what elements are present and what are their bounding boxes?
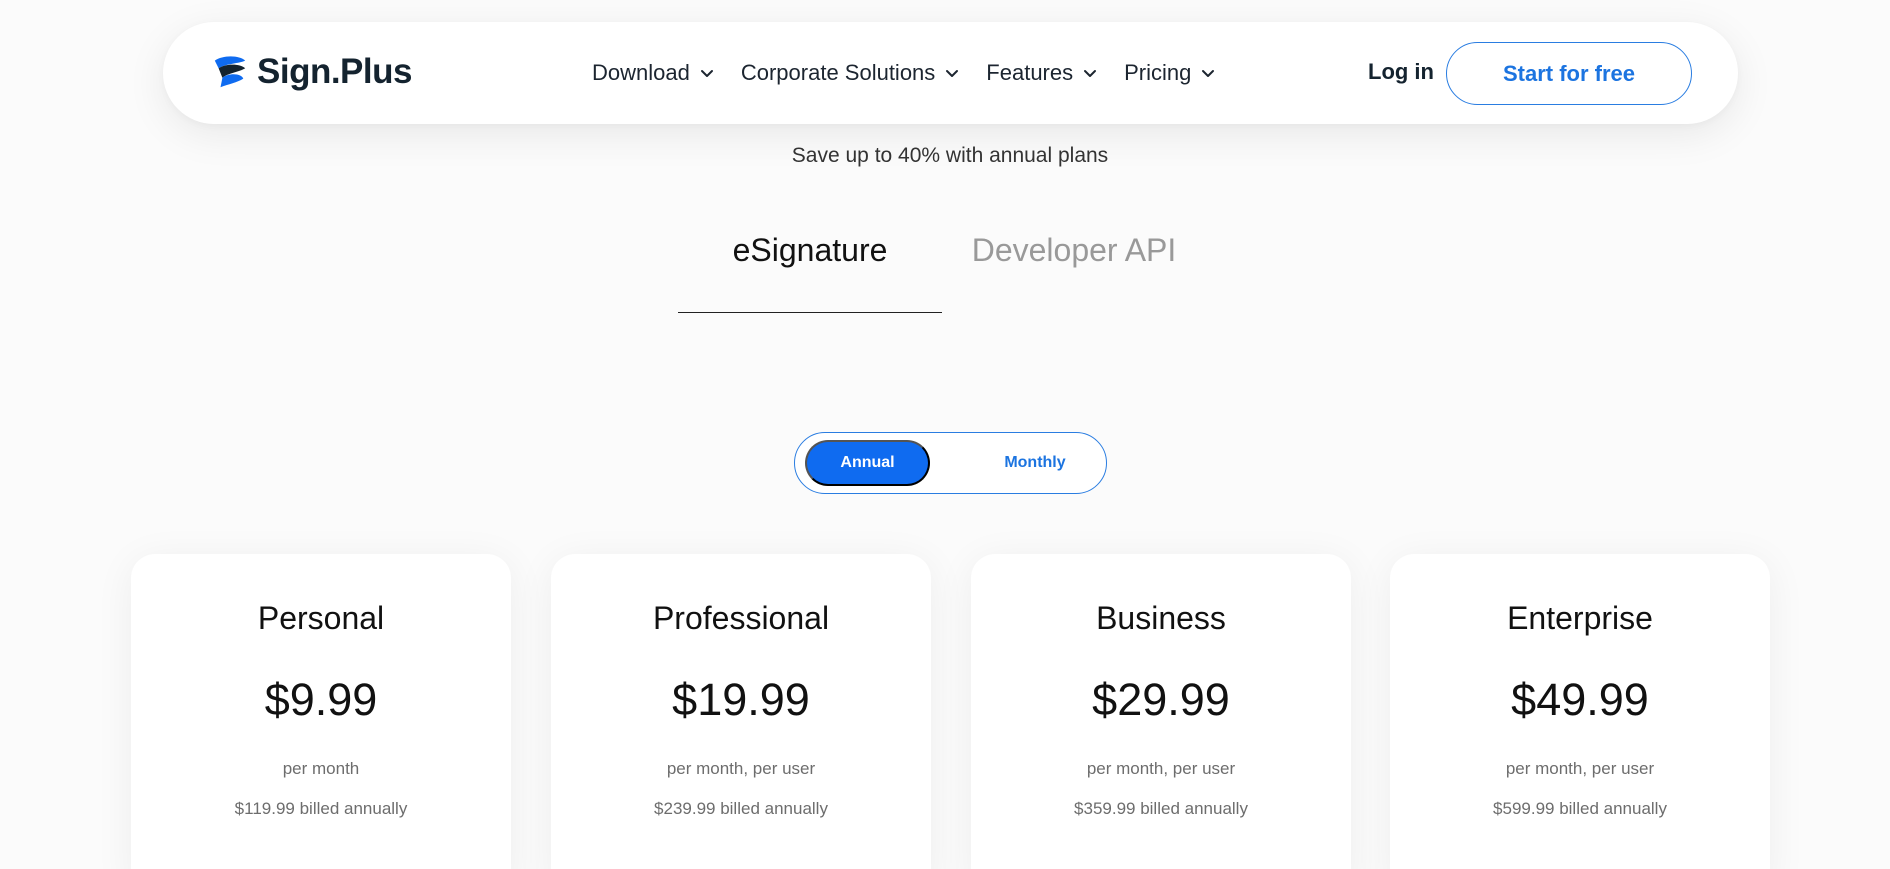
chevron-down-icon: [1084, 70, 1097, 77]
plan-price: $19.99: [672, 674, 810, 725]
plan-billed-annually: $599.99 billed annually: [1493, 799, 1667, 818]
plan-card-business: Business $29.99 per month, per user $359…: [971, 554, 1351, 869]
nav-corporate-solutions-label: Corporate Solutions: [740, 60, 936, 85]
nav-features[interactable]: Features: [986, 60, 1097, 86]
plan-period: per month, per user: [1086, 759, 1236, 778]
plan-price: $9.99: [264, 674, 378, 725]
plan-card-personal: Personal $9.99 per month $119.99 billed …: [131, 554, 511, 869]
nav-pricing[interactable]: Pricing: [1124, 60, 1215, 86]
brand-logo-link[interactable]: Sign.Plus: [211, 52, 412, 92]
toggle-monthly-button[interactable]: Monthly: [981, 440, 1089, 486]
tab-developer-api[interactable]: Developer API: [942, 225, 1206, 313]
product-tabs: eSignature Developer API: [678, 225, 1206, 313]
start-for-free-button[interactable]: Start for free: [1446, 42, 1692, 105]
nav-download-label: Download: [592, 60, 690, 85]
plan-price: $49.99: [1511, 674, 1649, 725]
plan-name: Enterprise: [1507, 600, 1653, 636]
chevron-down-icon: [700, 70, 713, 77]
plan-billed-annually: $119.99 billed annually: [234, 799, 408, 818]
plan-name: Professional: [652, 600, 830, 636]
tab-esignature-label: eSignature: [732, 232, 888, 268]
plan-billed-annually: $359.99 billed annually: [1074, 799, 1248, 818]
nav-download[interactable]: Download: [592, 60, 714, 86]
plan-period: per month, per user: [1505, 759, 1655, 778]
top-navbar: Sign.Plus Download Corporate Solutions F…: [163, 22, 1738, 124]
plan-period: per month: [282, 759, 360, 778]
plan-period: per month, per user: [666, 759, 816, 778]
nav-features-label: Features: [986, 60, 1074, 85]
signplus-logo-icon: [214, 56, 246, 88]
plan-price: $29.99: [1092, 674, 1230, 725]
tab-developer-api-label: Developer API: [971, 232, 1177, 268]
tab-esignature[interactable]: eSignature: [678, 225, 942, 313]
nav-corporate-solutions[interactable]: Corporate Solutions: [741, 60, 959, 86]
main-nav: Download Corporate Solutions Features Pr…: [592, 22, 1242, 124]
chevron-down-icon: [1202, 70, 1215, 77]
nav-pricing-label: Pricing: [1124, 60, 1192, 85]
billing-period-toggle: Annual Monthly: [794, 432, 1107, 494]
toggle-annual-button[interactable]: Annual: [805, 440, 930, 486]
brand-name: Sign.Plus: [257, 52, 412, 91]
login-link[interactable]: Log in: [1368, 59, 1434, 85]
annual-savings-note: Save up to 40% with annual plans: [791, 144, 1109, 167]
plan-name: Personal: [257, 600, 385, 636]
plan-card-enterprise: Enterprise $49.99 per month, per user $5…: [1390, 554, 1770, 869]
plan-card-professional: Professional $19.99 per month, per user …: [551, 554, 931, 869]
chevron-down-icon: [946, 70, 959, 77]
plan-billed-annually: $239.99 billed annually: [654, 799, 828, 818]
plan-name: Business: [1096, 600, 1226, 636]
